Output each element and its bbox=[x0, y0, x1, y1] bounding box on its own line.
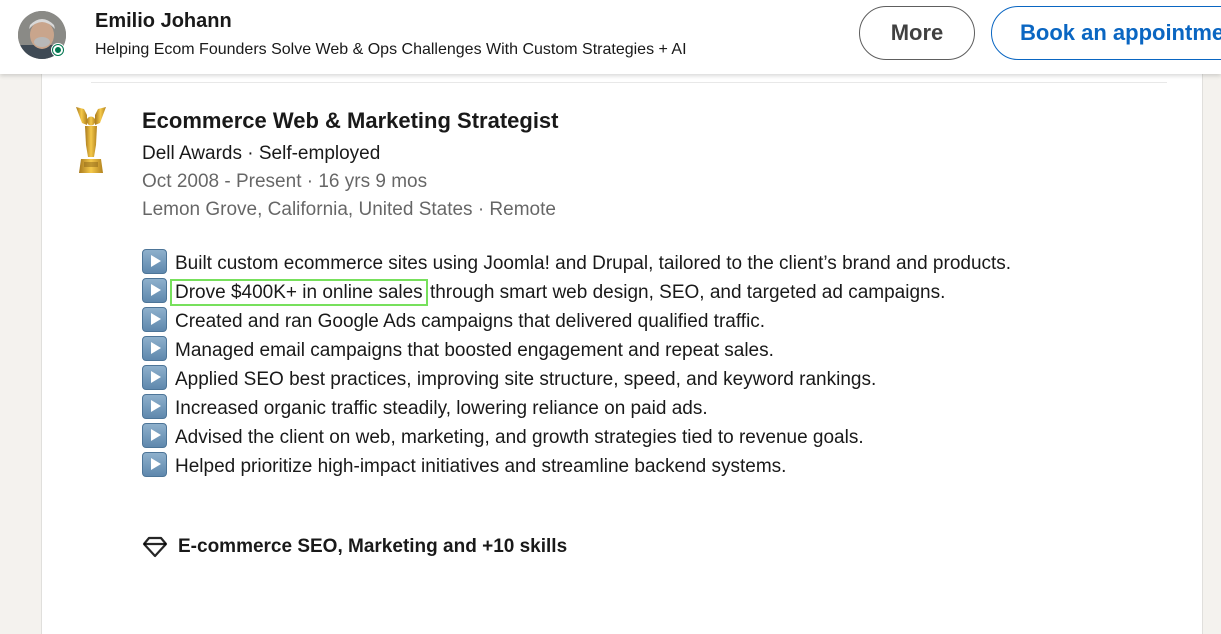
play-button-emoji-icon bbox=[142, 394, 167, 419]
company-line: Dell Awards · Self-employed bbox=[142, 143, 381, 164]
trophy-icon[interactable] bbox=[72, 105, 110, 177]
play-button-emoji-icon bbox=[142, 452, 167, 477]
bullet-text: Created and ran Google Ads campaigns tha… bbox=[175, 311, 766, 332]
bullet-text: Helped prioritize high-impact initiative… bbox=[175, 456, 787, 477]
play-button-emoji-icon bbox=[142, 249, 167, 274]
bullet-text: Advised the client on web, marketing, an… bbox=[175, 427, 864, 448]
more-button[interactable]: More bbox=[859, 6, 975, 60]
location-line: Lemon Grove, California, United States ·… bbox=[142, 199, 556, 220]
dates-line: Oct 2008 - Present · 16 yrs 9 mos bbox=[142, 171, 428, 192]
book-appointment-button[interactable]: Book an appointment bbox=[991, 6, 1221, 60]
bullet-text: Built custom ecommerce sites using Jooml… bbox=[175, 253, 1012, 274]
position-title: Ecommerce Web & Marketing Strategist bbox=[142, 108, 559, 133]
play-button-emoji-icon bbox=[142, 423, 167, 448]
list-item: Built custom ecommerce sites using Jooml… bbox=[142, 249, 1102, 278]
profile-name: Emilio Johann bbox=[95, 10, 232, 32]
play-button-emoji-icon bbox=[142, 365, 167, 390]
list-item: Helped prioritize high-impact initiative… bbox=[142, 452, 1102, 481]
play-button-emoji-icon bbox=[142, 307, 167, 332]
sticky-profile-header: Emilio Johann Helping Ecom Founders Solv… bbox=[0, 0, 1221, 74]
play-button-emoji-icon bbox=[142, 278, 167, 303]
skills-link[interactable]: E-commerce SEO, Marketing and +10 skills bbox=[142, 536, 567, 558]
bullet-text: through smart web design, SEO, and targe… bbox=[424, 282, 946, 303]
list-item: Advised the client on web, marketing, an… bbox=[142, 423, 1102, 452]
online-status-indicator bbox=[51, 43, 65, 57]
highlighted-text: Drove $400K+ in online sales bbox=[170, 279, 428, 306]
experience-card: Ecommerce Web & Marketing Strategist Del… bbox=[41, 74, 1203, 634]
list-item: Created and ran Google Ads campaigns tha… bbox=[142, 307, 1102, 336]
profile-headline: Helping Ecom Founders Solve Web & Ops Ch… bbox=[95, 41, 687, 58]
diamond-icon bbox=[142, 536, 168, 558]
bullet-text: Increased organic traffic steadily, lowe… bbox=[175, 398, 708, 419]
list-item: Increased organic traffic steadily, lowe… bbox=[142, 394, 1102, 423]
list-item: Managed email campaigns that boosted eng… bbox=[142, 336, 1102, 365]
divider bbox=[91, 82, 1167, 83]
bullet-text: Applied SEO best practices, improving si… bbox=[175, 369, 877, 390]
bullet-text: Managed email campaigns that boosted eng… bbox=[175, 340, 774, 361]
position-description: Built custom ecommerce sites using Jooml… bbox=[142, 249, 1102, 481]
play-button-emoji-icon bbox=[142, 336, 167, 361]
list-item: Drove $400K+ in online sales through sma… bbox=[142, 278, 1102, 307]
skills-label: E-commerce SEO, Marketing and +10 skills bbox=[178, 536, 568, 557]
list-item: Applied SEO best practices, improving si… bbox=[142, 365, 1102, 394]
